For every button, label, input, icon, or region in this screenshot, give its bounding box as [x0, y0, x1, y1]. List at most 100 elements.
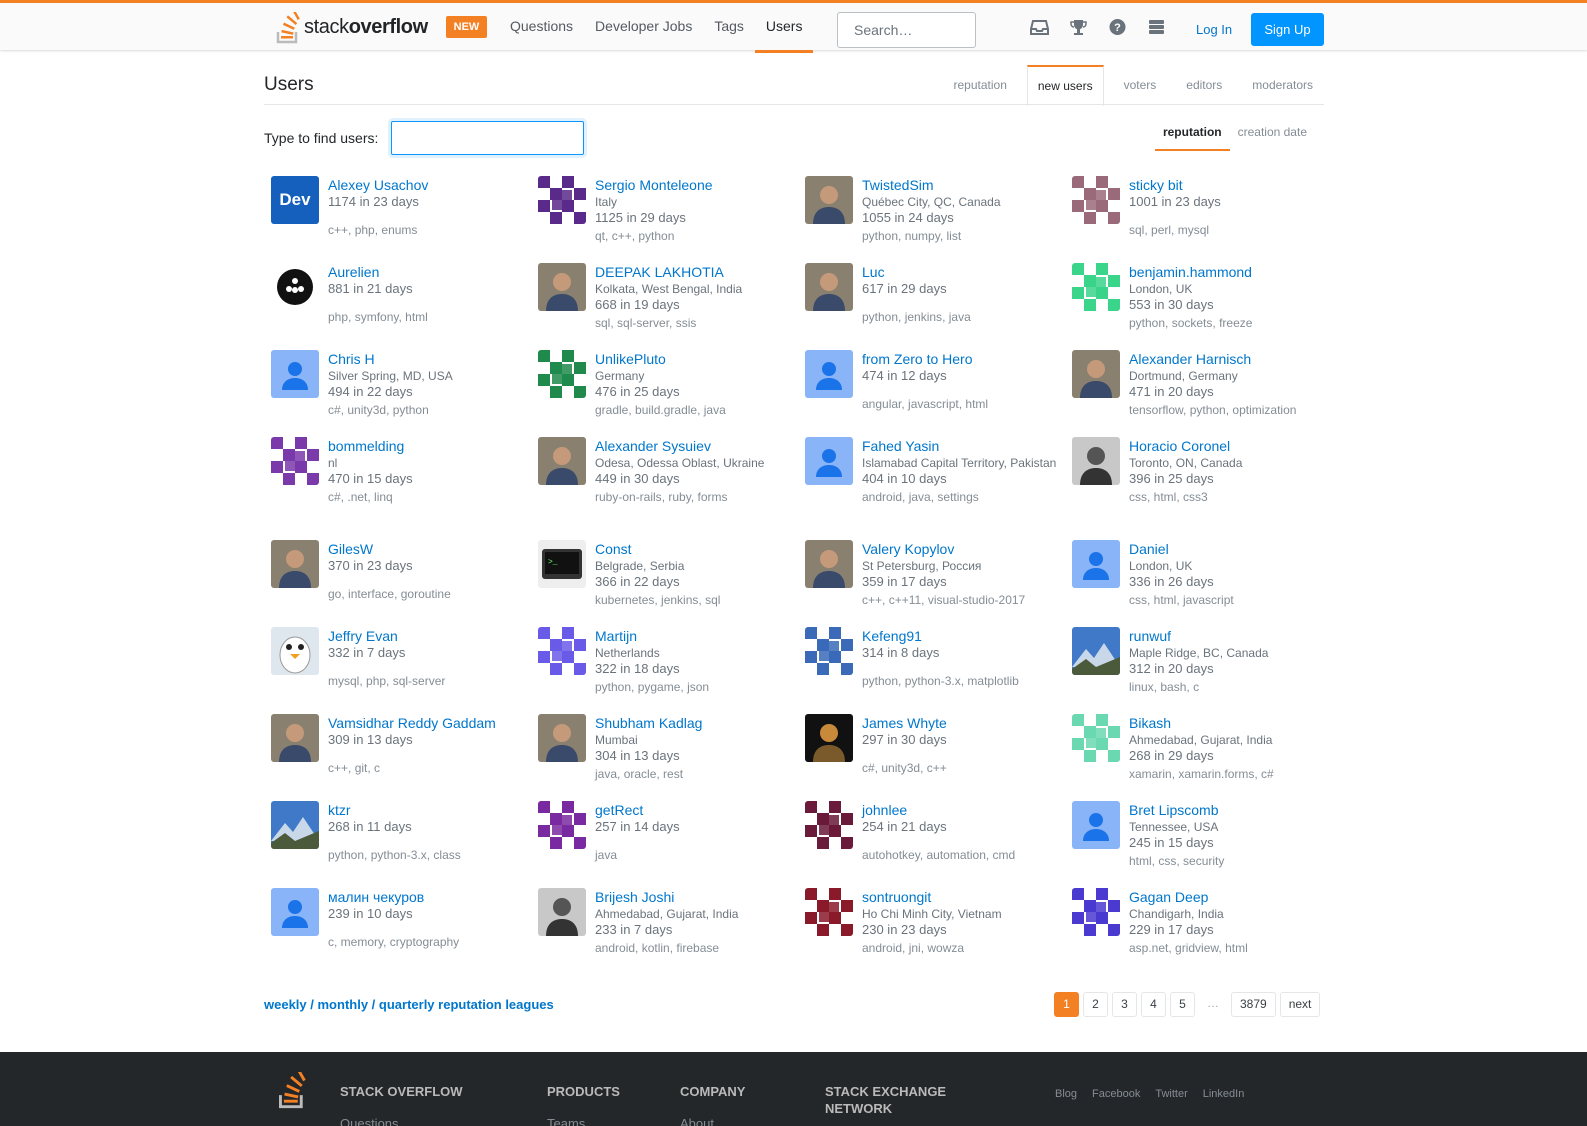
- user-tag-link[interactable]: c++: [862, 593, 882, 607]
- user-name-link[interactable]: James Whyte: [862, 715, 947, 731]
- user-avatar[interactable]: [1072, 263, 1120, 311]
- user-name-link[interactable]: runwuf: [1129, 628, 1268, 644]
- user-name-link[interactable]: Const: [595, 541, 720, 557]
- user-tag-link[interactable]: php: [328, 310, 348, 324]
- user-tag-link[interactable]: json: [687, 680, 709, 694]
- user-avatar[interactable]: [805, 540, 853, 588]
- user-name-link[interactable]: DEEPAK LAKHOTIA: [595, 264, 742, 280]
- user-tag-link[interactable]: wowza: [927, 941, 964, 955]
- new-badge[interactable]: NEW: [446, 16, 487, 38]
- user-tag-link[interactable]: asp.net: [1129, 941, 1168, 955]
- user-tag-link[interactable]: css: [1129, 593, 1147, 607]
- user-avatar[interactable]: [1072, 888, 1120, 936]
- page-4[interactable]: 4: [1141, 992, 1166, 1017]
- user-tag-link[interactable]: ruby-on-rails: [595, 490, 662, 504]
- user-avatar[interactable]: [271, 714, 319, 762]
- user-tag-link[interactable]: python-3.x: [905, 674, 961, 688]
- user-name-link[interactable]: Alexey Usachov: [328, 177, 428, 193]
- page-5[interactable]: 5: [1170, 992, 1195, 1017]
- user-tag-link[interactable]: angular: [862, 397, 901, 411]
- user-tag-link[interactable]: goroutine: [401, 587, 451, 601]
- user-tag-link[interactable]: rest: [663, 767, 683, 781]
- user-name-link[interactable]: sticky bit: [1129, 177, 1221, 193]
- footer-link-questions[interactable]: Questions: [340, 1116, 399, 1126]
- user-name-link[interactable]: Bret Lipscomb: [1129, 802, 1224, 818]
- user-avatar[interactable]: [271, 263, 319, 311]
- user-avatar[interactable]: [1072, 714, 1120, 762]
- user-tag-link[interactable]: forms: [697, 490, 727, 504]
- user-avatar[interactable]: [271, 801, 319, 849]
- search-input[interactable]: Search…: [837, 12, 976, 48]
- user-avatar[interactable]: [805, 176, 853, 224]
- user-tag-link[interactable]: html: [1154, 593, 1177, 607]
- site-logo[interactable]: stackoverflow: [276, 11, 428, 44]
- user-tag-link[interactable]: python: [328, 848, 364, 862]
- user-name-link[interactable]: UnlikePluto: [595, 351, 726, 367]
- user-name-link[interactable]: Luc: [862, 264, 971, 280]
- footer-logo-icon[interactable]: [276, 1067, 308, 1112]
- user-name-link[interactable]: Shubham Kadlag: [595, 715, 702, 731]
- user-tag-link[interactable]: java: [595, 848, 617, 862]
- user-name-link[interactable]: GilesW: [328, 541, 451, 557]
- user-tag-link[interactable]: .net: [347, 490, 367, 504]
- user-tag-link[interactable]: xamarin.forms: [1178, 767, 1254, 781]
- user-tag-link[interactable]: c#: [328, 490, 341, 504]
- user-name-link[interactable]: Alexander Harnisch: [1129, 351, 1296, 367]
- footer-twitter-link[interactable]: Twitter: [1155, 1088, 1187, 1100]
- user-tag-link[interactable]: c++11: [889, 593, 921, 607]
- user-name-link[interactable]: Vamsidhar Reddy Gaddam: [328, 715, 496, 731]
- user-name-link[interactable]: малин чекуров: [328, 889, 459, 905]
- user-tag-link[interactable]: matplotlib: [967, 674, 1018, 688]
- user-tag-link[interactable]: freeze: [1219, 316, 1252, 330]
- user-name-link[interactable]: Kefeng91: [862, 628, 1019, 644]
- user-avatar[interactable]: [538, 437, 586, 485]
- user-tag-link[interactable]: settings: [937, 490, 978, 504]
- user-tag-link[interactable]: java: [704, 403, 726, 417]
- user-name-link[interactable]: Martijn: [595, 628, 709, 644]
- user-tag-link[interactable]: c: [328, 935, 334, 949]
- user-tag-link[interactable]: html: [1129, 854, 1152, 868]
- user-tag-link[interactable]: class: [433, 848, 460, 862]
- user-name-link[interactable]: Brijesh Joshi: [595, 889, 738, 905]
- user-tag-link[interactable]: gradle: [595, 403, 628, 417]
- user-tag-link[interactable]: html: [1154, 490, 1177, 504]
- user-tag-link[interactable]: symfony: [355, 310, 399, 324]
- tab-moderators[interactable]: moderators: [1242, 65, 1323, 105]
- footer-linkedin-link[interactable]: LinkedIn: [1203, 1088, 1245, 1100]
- signup-button[interactable]: Sign Up: [1251, 13, 1324, 46]
- footer-blog-link[interactable]: Blog: [1055, 1088, 1077, 1100]
- user-avatar[interactable]: [805, 888, 853, 936]
- page-1[interactable]: 1: [1054, 992, 1079, 1017]
- user-avatar[interactable]: [1072, 801, 1120, 849]
- user-name-link[interactable]: bommelding: [328, 438, 413, 454]
- user-tag-link[interactable]: c#: [328, 403, 341, 417]
- user-tag-link[interactable]: linq: [374, 490, 393, 504]
- user-tag-link[interactable]: cryptography: [390, 935, 459, 949]
- user-tag-link[interactable]: unity3d: [881, 761, 920, 775]
- user-tag-link[interactable]: optimization: [1232, 403, 1296, 417]
- user-tag-link[interactable]: autohotkey: [862, 848, 920, 862]
- user-tag-link[interactable]: c++: [927, 761, 947, 775]
- user-tag-link[interactable]: numpy: [905, 229, 940, 243]
- user-name-link[interactable]: sontruongit: [862, 889, 1002, 905]
- tab-new-users[interactable]: new users: [1026, 65, 1104, 106]
- user-tag-link[interactable]: bash: [1160, 680, 1186, 694]
- user-tag-link[interactable]: sql: [595, 316, 610, 330]
- user-tag-link[interactable]: jenkins: [661, 593, 698, 607]
- user-tag-link[interactable]: c++: [328, 761, 348, 775]
- user-tag-link[interactable]: kotlin: [642, 941, 670, 955]
- user-name-link[interactable]: Chris H: [328, 351, 453, 367]
- user-tag-link[interactable]: oracle: [624, 767, 657, 781]
- user-name-link[interactable]: Sergio Monteleone: [595, 177, 713, 193]
- user-tag-link[interactable]: xamarin: [1129, 767, 1172, 781]
- user-tag-link[interactable]: javascript: [1183, 593, 1234, 607]
- user-avatar[interactable]: [805, 263, 853, 311]
- user-tag-link[interactable]: android: [862, 941, 902, 955]
- user-tag-link[interactable]: linux: [1129, 680, 1154, 694]
- user-tag-link[interactable]: python: [595, 680, 631, 694]
- user-tag-link[interactable]: python: [862, 310, 898, 324]
- user-name-link[interactable]: Horacio Coronel: [1129, 438, 1242, 454]
- user-avatar[interactable]: [1072, 176, 1120, 224]
- league-monthly-link[interactable]: monthly: [318, 997, 369, 1012]
- inbox-icon[interactable]: [1030, 18, 1049, 36]
